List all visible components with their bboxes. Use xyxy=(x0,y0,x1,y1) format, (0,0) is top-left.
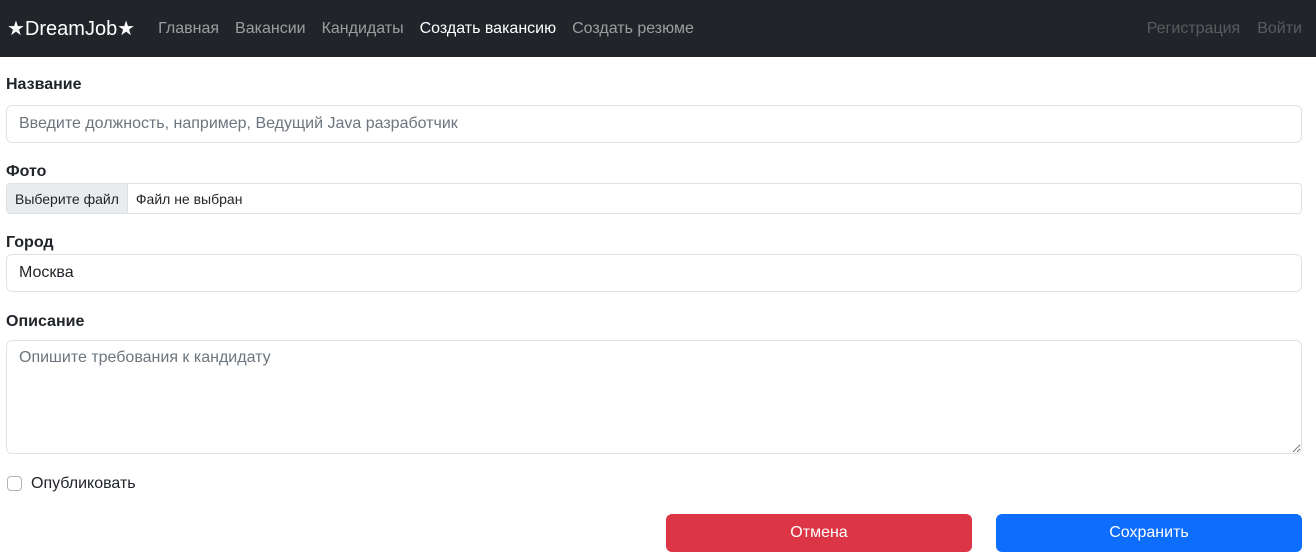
create-vacancy-form: Название Фото Выберите файл Файл не выбр… xyxy=(0,57,1316,552)
publish-label[interactable]: Опубликовать xyxy=(31,475,136,493)
nav-link-candidates[interactable]: Кандидаты xyxy=(314,20,412,38)
title-input[interactable] xyxy=(6,105,1302,143)
cancel-button[interactable]: Отмена xyxy=(666,514,972,552)
auth-links: Регистрация Войти xyxy=(1130,20,1302,38)
photo-label: Фото xyxy=(6,163,47,180)
nav-links: Главная Вакансии Кандидаты Создать вакан… xyxy=(150,20,702,38)
brand-logo[interactable]: ★DreamJob★ xyxy=(7,16,135,41)
city-label: Город xyxy=(6,234,54,251)
publish-row: Опубликовать xyxy=(6,473,1302,494)
choose-file-button[interactable]: Выберите файл xyxy=(7,184,128,213)
title-label: Название xyxy=(6,76,82,93)
nav-link-create-vacancy[interactable]: Создать вакансию xyxy=(412,20,565,38)
form-actions: Отмена Сохранить xyxy=(6,514,1302,552)
city-input[interactable] xyxy=(6,254,1302,292)
nav-link-home[interactable]: Главная xyxy=(150,20,227,38)
nav-link-vacancies[interactable]: Вакансии xyxy=(227,20,314,38)
description-label: Описание xyxy=(6,313,85,330)
nav-link-login[interactable]: Войти xyxy=(1240,20,1302,38)
nav-link-create-resume[interactable]: Создать резюме xyxy=(564,20,702,38)
save-button[interactable]: Сохранить xyxy=(996,514,1302,552)
navbar: ★DreamJob★ Главная Вакансии Кандидаты Со… xyxy=(0,0,1316,57)
photo-file-input[interactable]: Выберите файл Файл не выбран xyxy=(6,183,1302,214)
file-status-text: Файл не выбран xyxy=(135,190,243,207)
description-textarea[interactable] xyxy=(6,340,1302,454)
publish-checkbox[interactable] xyxy=(7,476,22,491)
nav-link-register[interactable]: Регистрация xyxy=(1130,20,1241,38)
